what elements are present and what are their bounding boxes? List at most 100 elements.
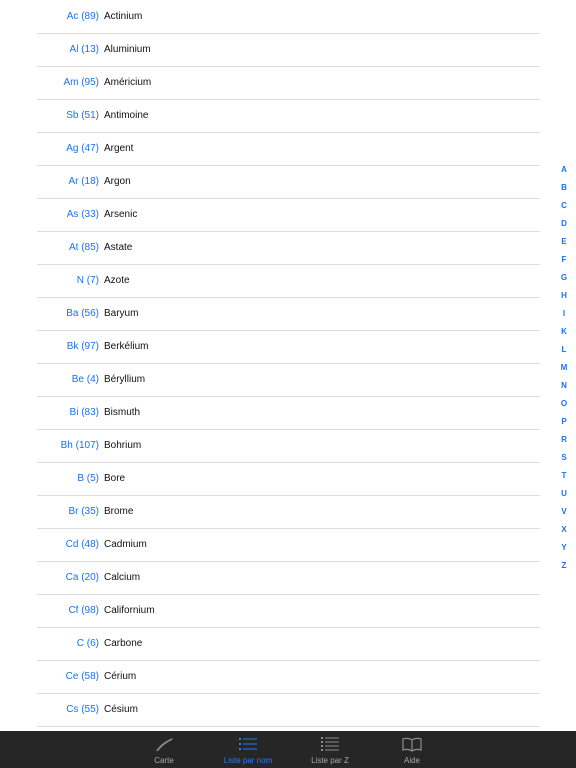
list-item[interactable]: Br (35) Brome (0, 495, 540, 528)
list-item[interactable]: Ar (18) Argon (0, 165, 540, 198)
element-symbol: Al (13) (69, 44, 99, 55)
list-item[interactable]: Ag (47) Argent (0, 132, 540, 165)
list-item[interactable]: Cd (48) Cadmium (0, 528, 540, 561)
list-item[interactable]: Cf (98) Californium (0, 594, 540, 627)
element-symbol: Cf (98) (68, 605, 99, 616)
index-letter[interactable]: R (556, 431, 572, 449)
list-item[interactable]: B (5) Bore (0, 462, 540, 495)
tab-label: Liste par nom (223, 756, 273, 765)
index-letter[interactable]: Z (556, 557, 572, 575)
index-letter[interactable]: P (556, 413, 572, 431)
index-letter[interactable]: Y (556, 539, 572, 557)
element-symbol: As (33) (66, 209, 99, 220)
list-item[interactable]: Bi (83) Bismuth (0, 396, 540, 429)
tab-liste-par-nom[interactable]: Liste par nom (207, 731, 289, 768)
tab-liste-par-z[interactable]: Liste par Z (289, 731, 371, 768)
element-symbol: At (85) (68, 242, 99, 253)
tab-bar: Carte Liste par nom Liste par Z Aide (0, 731, 576, 768)
index-letter[interactable]: E (556, 233, 572, 251)
index-letter[interactable]: M (556, 359, 572, 377)
list-item[interactable]: Sb (51) Antimoine (0, 99, 540, 132)
index-letter[interactable]: N (556, 377, 572, 395)
alphabet-index[interactable]: ABCDEFGHIKLMNOPRSTUVXYZ (556, 161, 572, 575)
list-icon (239, 738, 257, 750)
list-item[interactable]: Am (95) Américium (0, 66, 540, 99)
element-symbol: Cs (55) (66, 704, 99, 715)
element-name: Bismuth (104, 407, 141, 418)
element-name: Californium (104, 605, 155, 616)
list-item[interactable]: Bh (107) Bohrium (0, 429, 540, 462)
tab-label: Carte (154, 756, 174, 765)
element-name: Antimoine (104, 110, 149, 121)
element-symbol: Ag (47) (66, 143, 99, 154)
list-item[interactable]: Cs (55) Césium (0, 693, 540, 726)
index-letter[interactable]: H (556, 287, 572, 305)
list-item[interactable]: C (6) Carbone (0, 627, 540, 660)
list-item[interactable]: Al (13) Aluminium (0, 33, 540, 66)
index-letter[interactable]: X (556, 521, 572, 539)
element-symbol: Be (4) (71, 374, 99, 385)
element-name: Baryum (104, 308, 139, 319)
row-separator (37, 726, 540, 727)
element-name: Berkélium (104, 341, 149, 352)
index-letter[interactable]: T (556, 467, 572, 485)
element-symbol: Br (35) (68, 506, 99, 517)
element-name: Brome (104, 506, 134, 517)
index-letter[interactable]: V (556, 503, 572, 521)
index-letter[interactable]: I (556, 305, 572, 323)
element-symbol: C (6) (76, 638, 99, 649)
element-symbol: N (7) (76, 275, 99, 286)
tab-aide[interactable]: Aide (371, 731, 453, 768)
list-item[interactable]: Ac (89) Actinium (0, 0, 540, 33)
element-name: Azote (104, 275, 130, 286)
index-letter[interactable]: K (556, 323, 572, 341)
list-item[interactable]: Ce (58) Cérium (0, 660, 540, 693)
index-letter[interactable]: L (556, 341, 572, 359)
element-symbol: Bk (97) (66, 341, 99, 352)
index-letter[interactable]: F (556, 251, 572, 269)
element-list[interactable]: Ac (89) Actinium Al (13) Aluminium Am (95) Am… (0, 0, 576, 731)
element-name: Bohrium (104, 440, 142, 451)
tab-label: Liste par Z (311, 756, 349, 765)
element-symbol: Ba (56) (66, 308, 99, 319)
tab-carte[interactable]: Carte (123, 731, 205, 768)
list-item[interactable]: N (7) Azote (0, 264, 540, 297)
element-name: Américium (104, 77, 152, 88)
index-letter[interactable]: B (556, 179, 572, 197)
element-symbol: Bh (107) (60, 440, 99, 451)
element-name: Cadmium (104, 539, 147, 550)
element-name: Béryllium (104, 374, 146, 385)
app: Ac (89) Actinium Al (13) Aluminium Am (95) Am… (0, 0, 576, 768)
element-name: Astate (104, 242, 133, 253)
index-letter[interactable]: C (556, 197, 572, 215)
element-symbol: Ar (18) (68, 176, 99, 187)
element-symbol: Ce (58) (65, 671, 99, 682)
list-item[interactable]: Bk (97) Berkélium (0, 330, 540, 363)
element-symbol: Bi (83) (69, 407, 99, 418)
index-letter[interactable]: D (556, 215, 572, 233)
list-item[interactable]: As (33) Arsenic (0, 198, 540, 231)
list-item[interactable]: Ba (56) Baryum (0, 297, 540, 330)
element-name: Argent (104, 143, 134, 154)
element-name: Bore (104, 473, 126, 484)
tab-label: Aide (403, 756, 420, 765)
element-name: Cérium (104, 671, 137, 682)
list-item[interactable]: Ca (20) Calcium (0, 561, 540, 594)
element-symbol: Cd (48) (65, 539, 99, 550)
index-letter[interactable]: S (556, 449, 572, 467)
index-letter[interactable]: A (556, 161, 572, 179)
list-item[interactable]: At (85) Astate (0, 231, 540, 264)
element-symbol: Ca (20) (65, 572, 99, 583)
index-letter[interactable]: U (556, 485, 572, 503)
element-name: Aluminium (104, 44, 151, 55)
element-name: Actinium (104, 11, 143, 22)
element-symbol: Sb (51) (66, 110, 99, 121)
element-name: Arsenic (104, 209, 138, 220)
element-symbol: Ac (89) (66, 11, 99, 22)
list-item[interactable]: Be (4) Béryllium (0, 363, 540, 396)
element-name: Argon (104, 176, 131, 187)
pen-icon (156, 738, 173, 751)
index-letter[interactable]: O (556, 395, 572, 413)
element-name: Calcium (104, 572, 141, 583)
index-letter[interactable]: G (556, 269, 572, 287)
